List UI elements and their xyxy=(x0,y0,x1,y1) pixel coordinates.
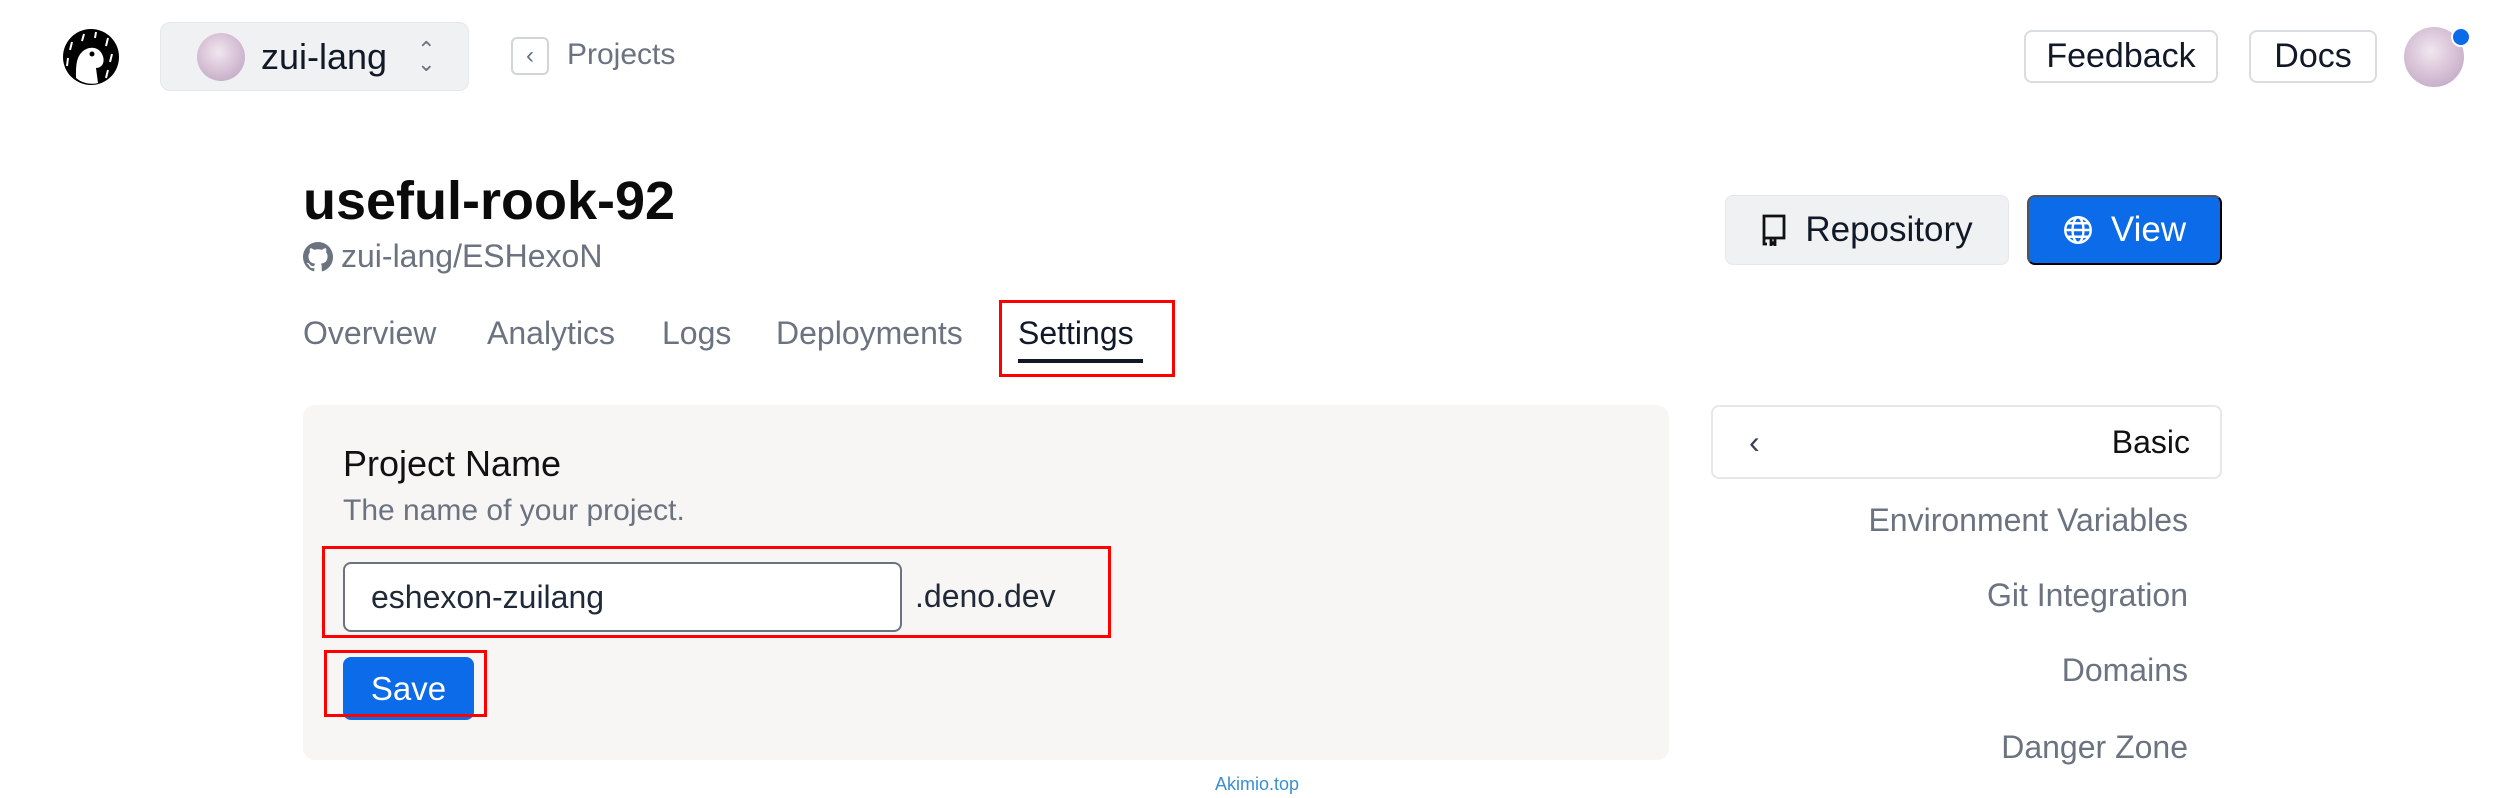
team-selector[interactable]: zui-lang ⌃ ⌄ xyxy=(160,22,469,91)
tab-logs[interactable]: Logs xyxy=(662,315,731,352)
book-icon xyxy=(1762,214,1786,246)
tab-overview[interactable]: Overview xyxy=(303,315,436,352)
repo-link[interactable]: zui-lang/ESHexoN xyxy=(303,238,602,275)
highlight-box-settings xyxy=(999,300,1175,377)
highlight-box-save xyxy=(324,650,487,717)
settings-nav-environment-variables[interactable]: Environment Variables xyxy=(1868,502,2188,539)
settings-nav-git-integration[interactable]: Git Integration xyxy=(1987,577,2188,614)
settings-nav-basic[interactable]: ‹ Basic xyxy=(1711,405,2222,479)
highlight-box-input xyxy=(322,546,1111,638)
tab-analytics[interactable]: Analytics xyxy=(487,315,615,352)
deno-logo-icon[interactable] xyxy=(62,28,120,86)
feedback-button[interactable]: Feedback xyxy=(2024,30,2218,83)
view-button[interactable]: View xyxy=(2027,195,2222,265)
view-label: View xyxy=(2110,210,2187,249)
notification-dot xyxy=(2451,27,2471,47)
settings-nav-basic-label: Basic xyxy=(2111,423,2190,460)
team-avatar xyxy=(197,32,245,81)
chevron-up-down-icon: ⌃ ⌄ xyxy=(417,36,436,76)
settings-nav-domains[interactable]: Domains xyxy=(2062,652,2188,689)
globe-icon xyxy=(2063,216,2092,244)
watermark: Akimio.top xyxy=(1215,774,1300,794)
project-name-label: Project Name xyxy=(343,443,562,484)
tab-deployments[interactable]: Deployments xyxy=(776,315,963,352)
repository-label: Repository xyxy=(1805,210,1973,249)
github-icon xyxy=(303,241,333,271)
page-title: useful-rook-92 xyxy=(303,171,676,231)
repo-name: zui-lang/ESHexoN xyxy=(341,238,603,274)
project-name-description: The name of your project. xyxy=(343,494,685,527)
docs-button[interactable]: Docs xyxy=(2249,30,2377,83)
back-chevron-icon[interactable]: ‹ xyxy=(511,37,549,75)
repository-button[interactable]: Repository xyxy=(1725,195,2009,265)
projects-link[interactable]: Projects xyxy=(567,38,675,72)
settings-nav-danger-zone[interactable]: Danger Zone xyxy=(2001,729,2188,766)
chevron-left-icon: ‹ xyxy=(1749,423,1760,460)
team-name: zui-lang xyxy=(261,35,388,77)
